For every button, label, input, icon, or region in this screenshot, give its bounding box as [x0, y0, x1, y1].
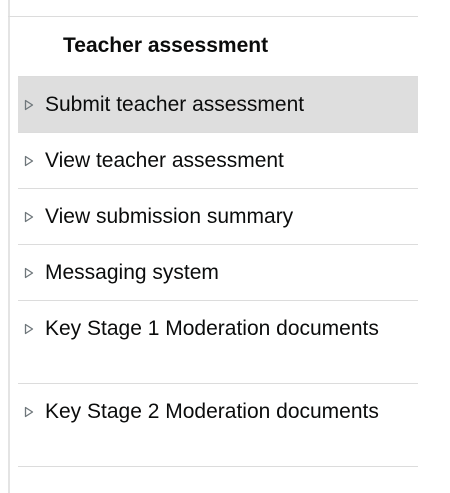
triangle-right-outline-icon — [24, 203, 36, 230]
nav-item-label: View submission summary — [45, 205, 294, 228]
triangle-right-outline-icon — [24, 315, 36, 342]
nav-item-view-submission-summary[interactable]: View submission summary — [18, 189, 418, 245]
nav-item-label: Submit teacher assessment — [45, 93, 305, 116]
nav-item-label: Key Stage 1 Moderation documents — [45, 317, 379, 340]
triangle-right-outline-icon — [24, 91, 36, 118]
nav-item-submit-teacher-assessment[interactable]: Submit teacher assessment — [18, 77, 418, 133]
nav-item-label: View teacher assessment — [45, 149, 284, 172]
nav-list: Submit teacher assessment View teacher a… — [18, 77, 418, 467]
nav-item-messaging-system[interactable]: Messaging system — [18, 245, 418, 301]
nav-heading: Teacher assessment — [18, 17, 418, 77]
nav-item-ks1-moderation-documents[interactable]: Key Stage 1 Moderation documents — [18, 301, 418, 384]
nav-item-view-teacher-assessment[interactable]: View teacher assessment — [18, 133, 418, 189]
triangle-right-outline-icon — [24, 259, 36, 286]
nav-item-label: Key Stage 2 Moderation documents — [45, 400, 379, 423]
teacher-assessment-nav: Teacher assessment Submit teacher assess… — [18, 17, 418, 467]
left-border — [8, 0, 10, 493]
nav-item-label: Messaging system — [45, 261, 219, 284]
page: Teacher assessment Submit teacher assess… — [0, 0, 450, 493]
triangle-right-outline-icon — [24, 147, 36, 174]
nav-item-ks2-moderation-documents[interactable]: Key Stage 2 Moderation documents — [18, 384, 418, 467]
triangle-right-outline-icon — [24, 398, 36, 425]
